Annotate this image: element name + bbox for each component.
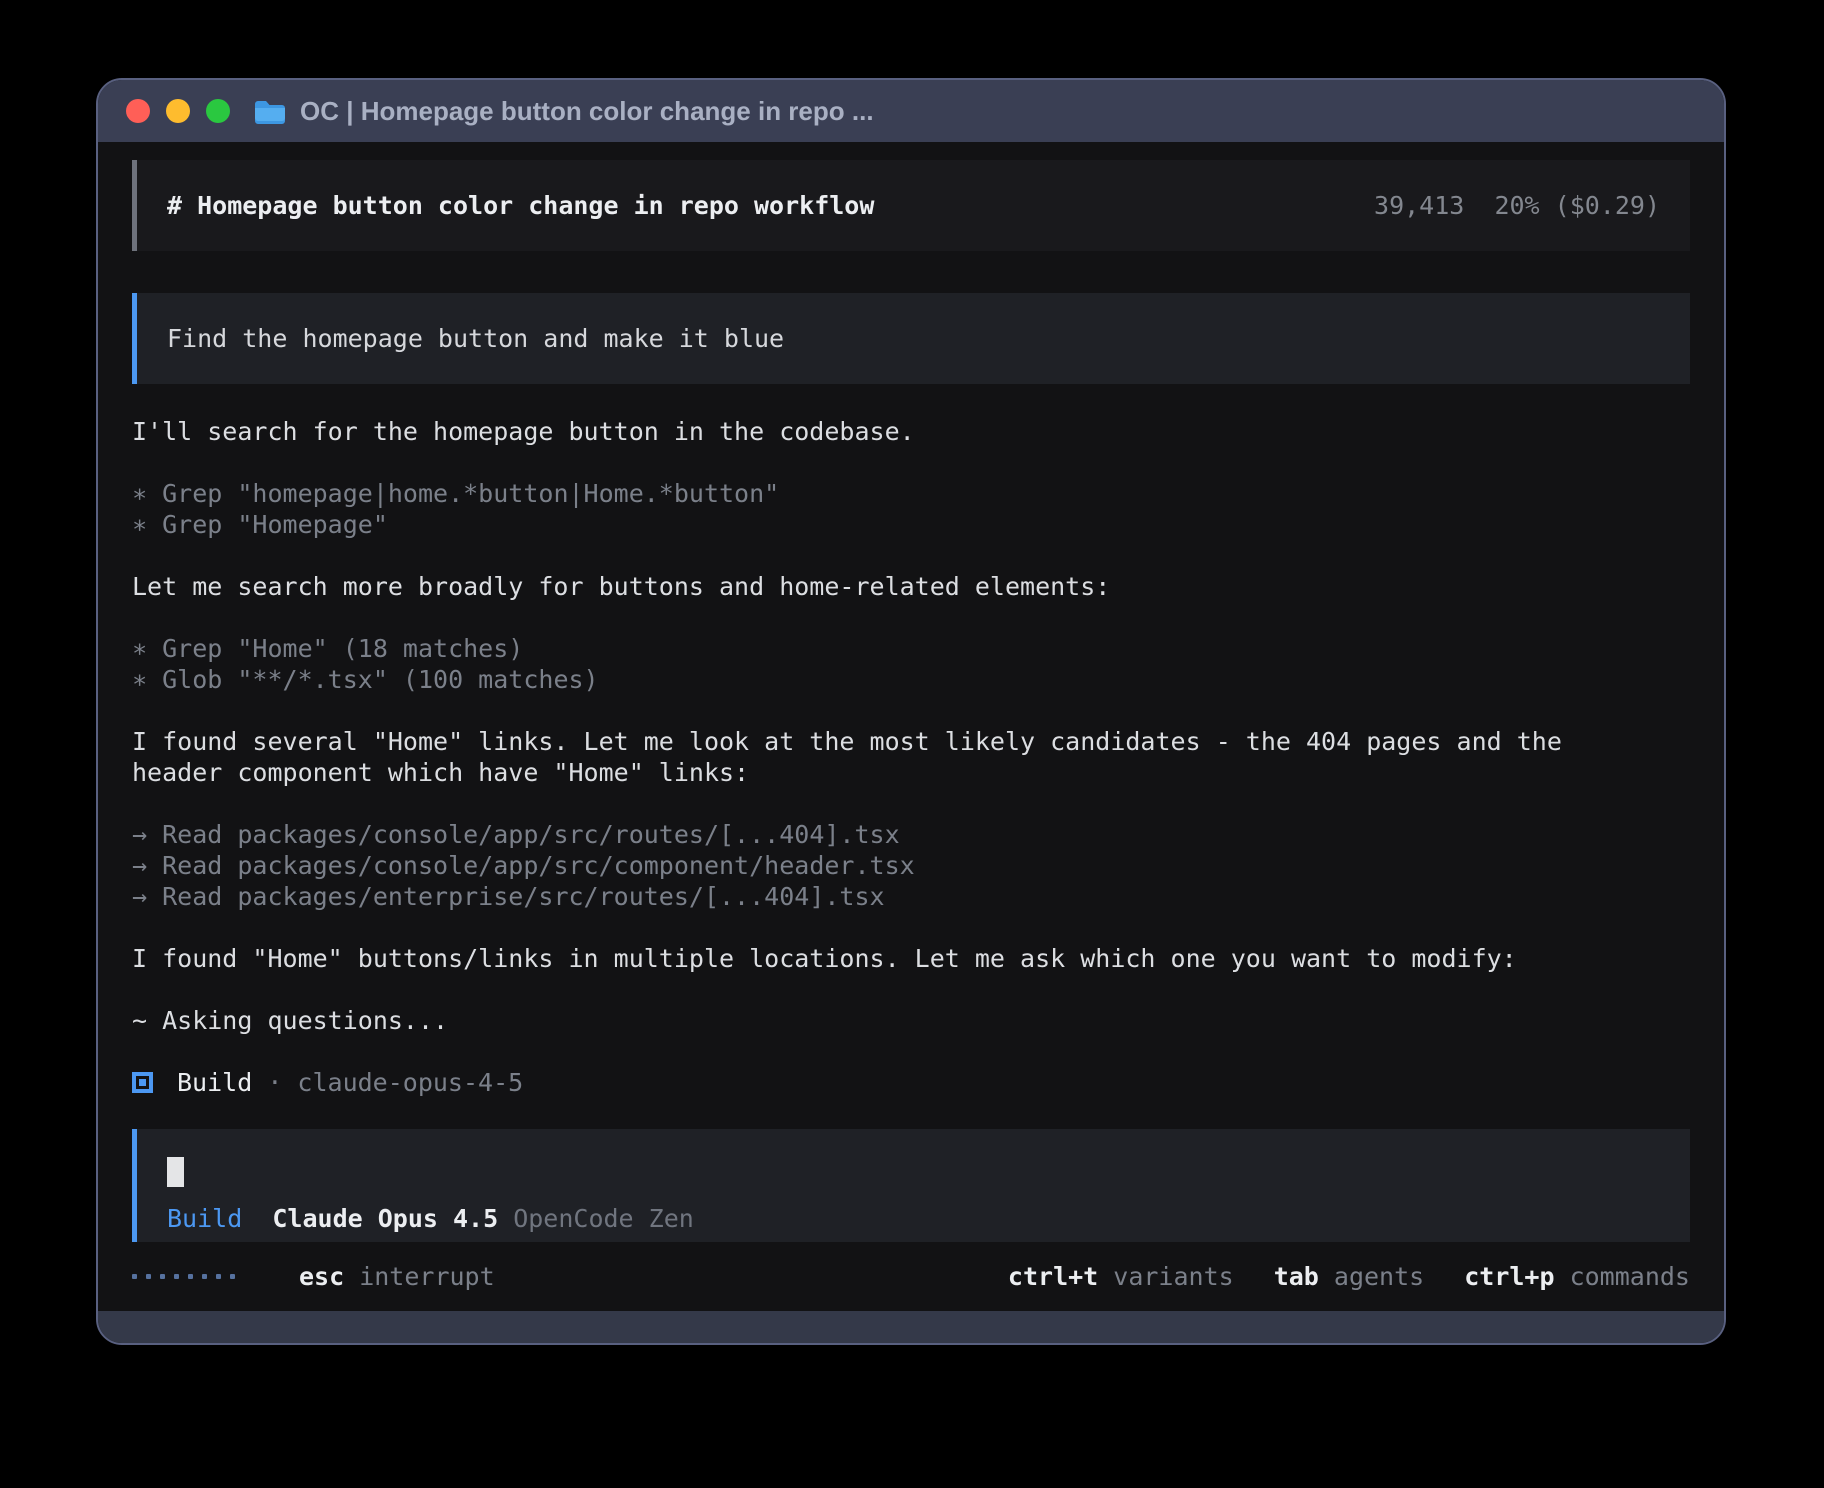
file-read-text: Read packages/enterprise/src/routes/[...… xyxy=(162,882,884,911)
assistant-message: Let me search more broadly for buttons a… xyxy=(132,571,1690,602)
tool-call-text: Glob "**/*.tsx" (100 matches) xyxy=(162,665,599,694)
arrow-icon: → xyxy=(132,819,147,850)
model-id: claude-opus-4-5 xyxy=(297,1067,523,1098)
hint-commands: ctrl+p commands xyxy=(1464,1262,1690,1291)
spinner-dots-icon xyxy=(132,1274,235,1279)
file-read-text: Read packages/console/app/src/component/… xyxy=(162,851,915,880)
context-percent: 20% xyxy=(1494,191,1539,220)
file-read-group: → Read packages/console/app/src/routes/[.… xyxy=(132,819,1690,912)
input-cursor-row xyxy=(167,1155,1660,1187)
terminal-window: OC | Homepage button color change in rep… xyxy=(96,78,1726,1345)
file-read-text: Read packages/console/app/src/routes/[..… xyxy=(162,820,900,849)
tool-bullet-icon: ∗ xyxy=(132,509,147,540)
tool-call-text: Grep "Home" (18 matches) xyxy=(162,634,523,663)
tool-call-line: ∗ Grep "Homepage" xyxy=(132,509,1690,540)
interrupt-key: esc xyxy=(299,1262,344,1291)
user-message-text: Find the homepage button and make it blu… xyxy=(167,324,784,353)
hint-label: agents xyxy=(1334,1262,1424,1291)
file-read-line: → Read packages/console/app/src/routes/[.… xyxy=(132,819,1690,850)
tool-bullet-icon: ∗ xyxy=(132,478,147,509)
hint-variants: ctrl+t variants xyxy=(1008,1262,1234,1291)
arrow-icon: → xyxy=(132,881,147,912)
assistant-message: I'll search for the homepage button in t… xyxy=(132,416,1690,447)
tool-call-group: ∗ Grep "Home" (18 matches) ∗ Glob "**/*.ts… xyxy=(132,633,1690,695)
assistant-message-line: Let me search more broadly for buttons a… xyxy=(132,571,1690,602)
session-header: # Homepage button color change in repo w… xyxy=(132,160,1690,251)
tool-call-text: Grep "homepage|home.*button|Home.*button… xyxy=(162,479,779,508)
agent-task-line: Build · claude-opus-4-5 xyxy=(132,1067,1690,1098)
minimize-button[interactable] xyxy=(166,99,190,123)
assistant-message: I found "Home" buttons/links in multiple… xyxy=(132,943,1690,974)
assistant-message-line: I'll search for the homepage button in t… xyxy=(132,416,1690,447)
close-button[interactable] xyxy=(126,99,150,123)
status-bar: esc interrupt ctrl+t variants tab agents ct… xyxy=(98,1242,1724,1311)
separator-dot: · xyxy=(267,1067,282,1098)
assistant-message-line: I found several "Home" links. Let me loo… xyxy=(132,726,1690,757)
session-cost: ($0.29) xyxy=(1555,191,1660,220)
agent-task-icon xyxy=(132,1072,153,1093)
folder-icon xyxy=(254,98,286,125)
assistant-message: I found several "Home" links. Let me loo… xyxy=(132,726,1690,788)
arrow-icon: → xyxy=(132,850,147,881)
tool-call-line: ∗ Grep "homepage|home.*button|Home.*butto… xyxy=(132,478,1690,509)
asking-status-text: ~ Asking questions... xyxy=(132,1005,1690,1036)
traffic-lights xyxy=(126,99,230,123)
input-provider-label: OpenCode Zen xyxy=(513,1204,694,1233)
hint-key: tab xyxy=(1274,1262,1319,1291)
session-title: # Homepage button color change in repo w… xyxy=(167,190,874,221)
text-cursor xyxy=(167,1157,184,1187)
input-model-line: Build Claude Opus 4.5 OpenCode Zen xyxy=(167,1203,1660,1234)
input-agent-label: Build xyxy=(167,1204,242,1233)
window-title: OC | Homepage button color change in rep… xyxy=(300,96,874,127)
prompt-input[interactable]: Build Claude Opus 4.5 OpenCode Zen xyxy=(132,1129,1690,1242)
tool-call-group: ∗ Grep "homepage|home.*button|Home.*butto… xyxy=(132,478,1690,540)
hint-key: ctrl+p xyxy=(1464,1262,1554,1291)
agent-name: Build xyxy=(177,1067,252,1098)
session-stats: 39,413 20% ($0.29) xyxy=(1374,190,1660,221)
file-read-line: → Read packages/console/app/src/component… xyxy=(132,850,1690,881)
terminal-content: # Homepage button color change in repo w… xyxy=(98,142,1724,1242)
title-bar: OC | Homepage button color change in rep… xyxy=(98,80,1724,142)
tool-bullet-icon: ∗ xyxy=(132,633,147,664)
status-right: ctrl+t variants tab agents ctrl+p commands xyxy=(1008,1262,1690,1291)
hint-key: ctrl+t xyxy=(1008,1262,1098,1291)
assistant-message-line: I found "Home" buttons/links in multiple… xyxy=(132,943,1690,974)
tool-call-line: ∗ Grep "Home" (18 matches) xyxy=(132,633,1690,664)
zoom-button[interactable] xyxy=(206,99,230,123)
input-model-label: Claude Opus 4.5 xyxy=(272,1204,498,1233)
tool-call-text: Grep "Homepage" xyxy=(162,510,388,539)
status-left: esc interrupt xyxy=(132,1262,495,1291)
window-bottom-strip xyxy=(98,1311,1724,1343)
hint-label: variants xyxy=(1113,1262,1233,1291)
file-read-line: → Read packages/enterprise/src/routes/[..… xyxy=(132,881,1690,912)
assistant-message-line: header component which have "Home" links… xyxy=(132,757,1690,788)
interrupt-hint: esc interrupt xyxy=(299,1262,495,1291)
interrupt-label: interrupt xyxy=(359,1262,494,1291)
asking-status: ~ Asking questions... xyxy=(132,1005,1690,1036)
token-count: 39,413 xyxy=(1374,191,1464,220)
hint-label: commands xyxy=(1570,1262,1690,1291)
hint-agents: tab agents xyxy=(1274,1262,1425,1291)
user-message: Find the homepage button and make it blu… xyxy=(132,293,1690,384)
tool-call-line: ∗ Glob "**/*.tsx" (100 matches) xyxy=(132,664,1690,695)
tool-bullet-icon: ∗ xyxy=(132,664,147,695)
